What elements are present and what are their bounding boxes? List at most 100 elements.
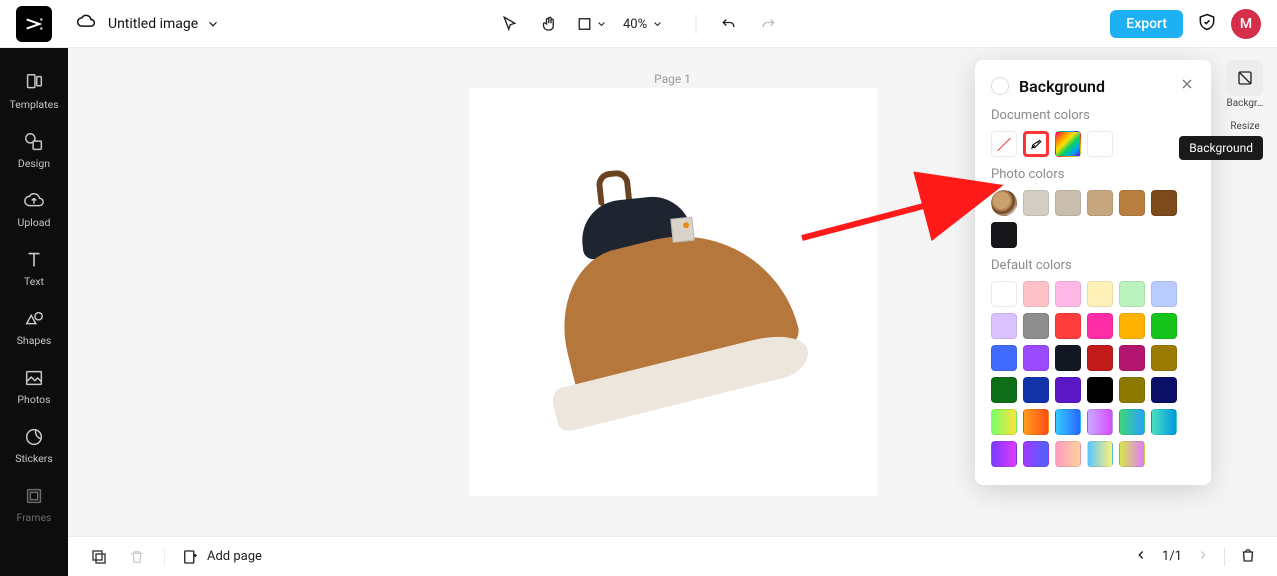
swatch[interactable] xyxy=(1119,377,1145,403)
default-colors-grid xyxy=(991,281,1195,467)
swatch[interactable] xyxy=(1023,345,1049,371)
pager-label: 1/1 xyxy=(1162,549,1182,564)
section-document-colors: Document colors xyxy=(991,108,1195,123)
sidebar-item-templates[interactable]: Templates xyxy=(0,62,68,121)
close-panel-button[interactable] xyxy=(1179,76,1195,96)
sidebar-item-label: Text xyxy=(24,275,44,288)
swatch[interactable] xyxy=(1151,313,1177,339)
shopping-bag-icon[interactable] xyxy=(1239,546,1257,568)
shield-icon[interactable] xyxy=(1197,12,1217,36)
add-page-button[interactable]: Add page xyxy=(181,548,262,566)
swatch[interactable] xyxy=(1119,190,1145,216)
sidebar-item-label: Photos xyxy=(17,393,50,406)
sidebar-item-label: Stickers xyxy=(15,452,52,465)
chevron-down-icon xyxy=(595,18,607,30)
swatch[interactable] xyxy=(991,281,1017,307)
swatch[interactable] xyxy=(991,409,1017,435)
swatch[interactable] xyxy=(1055,345,1081,371)
right-rail: Backgr… Resize Background xyxy=(1223,60,1267,132)
panel-title: Background xyxy=(1019,77,1105,96)
swatch[interactable] xyxy=(1055,377,1081,403)
swatch[interactable] xyxy=(1023,190,1049,216)
swatch[interactable] xyxy=(1087,409,1113,435)
swatch[interactable] xyxy=(1087,441,1113,467)
swatch[interactable] xyxy=(1023,409,1049,435)
swatch[interactable] xyxy=(1119,441,1145,467)
user-avatar[interactable]: M xyxy=(1231,9,1261,39)
shoe-image[interactable] xyxy=(513,133,832,452)
cloud-sync-icon[interactable] xyxy=(76,12,96,36)
color-picker-button[interactable] xyxy=(1023,131,1049,157)
swatch[interactable] xyxy=(1087,345,1113,371)
swatch[interactable] xyxy=(1023,313,1049,339)
swatch-white[interactable] xyxy=(1087,131,1113,157)
sidebar-item-label: Upload xyxy=(18,216,51,229)
rail-item-resize[interactable]: Resize xyxy=(1223,121,1267,132)
swatch[interactable] xyxy=(1119,345,1145,371)
swatch[interactable] xyxy=(1151,190,1177,216)
sidebar-item-frames[interactable]: Frames xyxy=(0,475,68,534)
swatch[interactable] xyxy=(1023,281,1049,307)
app-logo[interactable] xyxy=(16,6,52,42)
sidebar-item-design[interactable]: Design xyxy=(0,121,68,180)
capcut-icon xyxy=(23,13,45,35)
swatch[interactable] xyxy=(1055,190,1081,216)
swatch[interactable] xyxy=(1151,409,1177,435)
eyedropper-icon xyxy=(1029,137,1043,151)
rail-item-background[interactable]: Backgr… xyxy=(1223,60,1267,109)
page-label: Page 1 xyxy=(654,72,691,86)
chevron-down-icon xyxy=(651,18,663,30)
swatch[interactable] xyxy=(1055,313,1081,339)
sidebar-item-upload[interactable]: Upload xyxy=(0,180,68,239)
redo-button[interactable] xyxy=(754,10,782,38)
pages-overview-button[interactable] xyxy=(88,546,110,568)
swatch[interactable] xyxy=(991,345,1017,371)
swatch[interactable] xyxy=(991,377,1017,403)
swatch[interactable] xyxy=(1055,409,1081,435)
swatch[interactable] xyxy=(1087,281,1113,307)
swatch-rainbow[interactable] xyxy=(1055,131,1081,157)
pager-prev[interactable] xyxy=(1134,548,1148,566)
document-colors-grid xyxy=(991,131,1195,157)
rail-item-label: Backgr… xyxy=(1227,98,1264,109)
swatch[interactable] xyxy=(1087,377,1113,403)
swatch[interactable] xyxy=(1023,441,1049,467)
crop-tool[interactable] xyxy=(575,10,607,38)
swatch[interactable] xyxy=(1119,409,1145,435)
swatch[interactable] xyxy=(1151,377,1177,403)
swatch[interactable] xyxy=(1087,190,1113,216)
swatch[interactable] xyxy=(991,222,1017,248)
sidebar-item-photos[interactable]: Photos xyxy=(0,357,68,416)
chevron-down-icon xyxy=(206,17,220,31)
canvas-page[interactable] xyxy=(469,88,877,496)
section-default-colors: Default colors xyxy=(991,258,1195,273)
sidebar-item-shapes[interactable]: Shapes xyxy=(0,298,68,357)
hand-tool[interactable] xyxy=(535,10,563,38)
zoom-control[interactable]: 40% xyxy=(623,17,673,32)
swatch[interactable] xyxy=(1151,281,1177,307)
export-button[interactable]: Export xyxy=(1110,10,1183,38)
sidebar-item-label: Design xyxy=(18,157,50,170)
swatch[interactable] xyxy=(991,441,1017,467)
swatch[interactable] xyxy=(1087,313,1113,339)
swatch[interactable] xyxy=(1119,313,1145,339)
swatch[interactable] xyxy=(1055,441,1081,467)
sidebar-item-stickers[interactable]: Stickers xyxy=(0,416,68,475)
background-panel: Background Document colors Photo colors … xyxy=(975,60,1211,485)
select-tool[interactable] xyxy=(495,10,523,38)
document-title[interactable]: Untitled image xyxy=(108,16,220,32)
tooltip-background: Background xyxy=(1179,136,1263,160)
footer-bar: Add page 1/1 xyxy=(68,536,1277,576)
swatch[interactable] xyxy=(1023,377,1049,403)
sidebar-item-text[interactable]: Text xyxy=(0,239,68,298)
swatch-none[interactable] xyxy=(991,131,1017,157)
avatar-initial: M xyxy=(1240,16,1252,32)
undo-button[interactable] xyxy=(714,10,742,38)
swatch[interactable] xyxy=(1055,281,1081,307)
swatch[interactable] xyxy=(1151,345,1177,371)
swatch-photo-thumb[interactable] xyxy=(991,190,1017,216)
swatch[interactable] xyxy=(1119,281,1145,307)
pager-next[interactable] xyxy=(1196,548,1210,566)
delete-page-button[interactable] xyxy=(126,546,148,568)
swatch[interactable] xyxy=(991,313,1017,339)
